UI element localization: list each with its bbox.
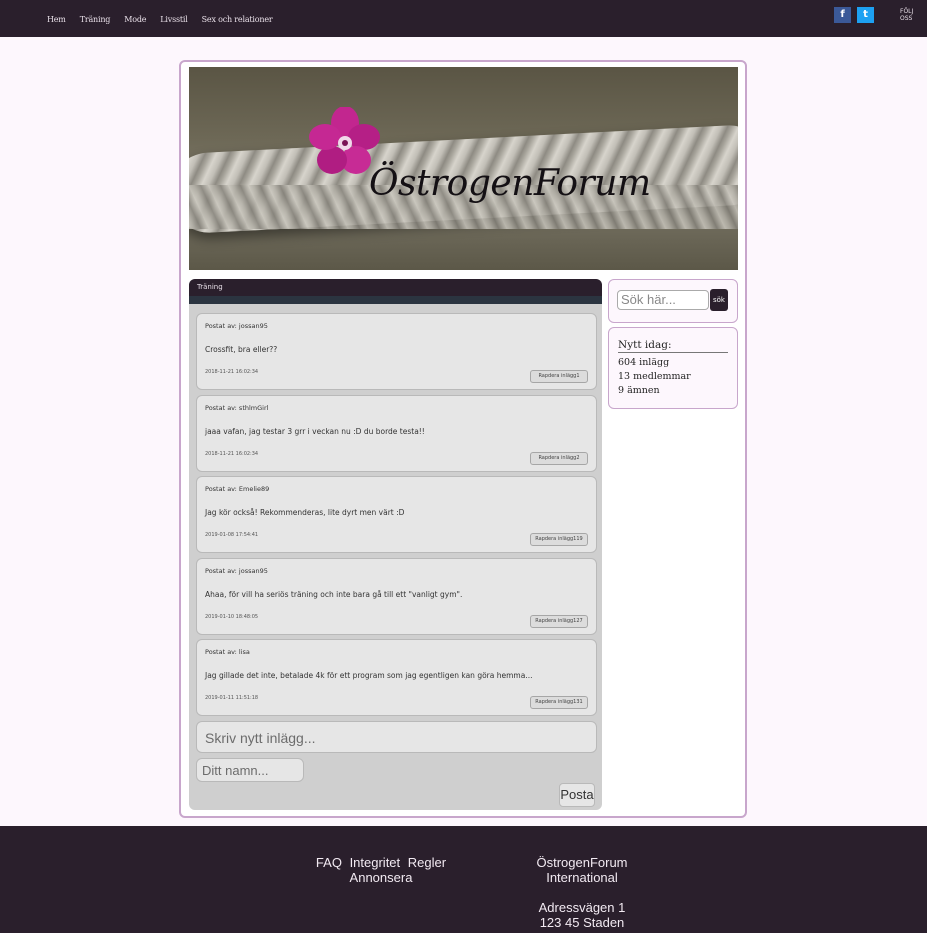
post-timestamp: 2019-01-11 11:51:18 bbox=[205, 695, 259, 701]
report-post-button[interactable]: Rapdera inlägg2 bbox=[530, 452, 588, 465]
stats-title: Nytt idag: bbox=[618, 339, 728, 353]
nav-item-traning[interactable]: Träning bbox=[80, 15, 111, 24]
submit-post-button[interactable]: Posta bbox=[559, 783, 595, 807]
search-input[interactable]: Sök här... bbox=[617, 290, 709, 310]
footer-org-name: ÖstrogenForum bbox=[536, 855, 628, 870]
main-container: ÖstrogenForum Träning Postat av: jossan9… bbox=[179, 60, 747, 818]
stat-posts: 604 inlägg bbox=[618, 357, 670, 368]
nav-item-mode[interactable]: Mode bbox=[124, 15, 146, 24]
post-text: Jag kör också! Rekommenderas, lite dyrt … bbox=[205, 508, 405, 517]
social-links: f t bbox=[834, 7, 874, 23]
post-text: Jag gillade det inte, betalade 4k för et… bbox=[205, 671, 533, 680]
footer-address-street: Adressvägen 1 bbox=[538, 900, 626, 915]
footer-link-regler[interactable]: Regler bbox=[408, 855, 446, 870]
post-timestamp: 2019-01-10 18:48:05 bbox=[205, 614, 259, 620]
report-post-button[interactable]: Rapdera inlägg131 bbox=[530, 696, 588, 709]
footer-link-annonsera[interactable]: Annonsera bbox=[350, 870, 413, 885]
new-post-input[interactable]: Skriv nytt inlägg... bbox=[196, 721, 597, 753]
report-post-button[interactable]: Rapdera inlägg127 bbox=[530, 615, 588, 628]
name-input[interactable]: Ditt namn... bbox=[196, 758, 304, 782]
nav-item-sex-och-relationer[interactable]: Sex och relationer bbox=[202, 15, 273, 24]
forum-post: Postat av: jossan95 Crossfit, bra eller?… bbox=[196, 313, 597, 390]
footer-link-integritet[interactable]: Integritet bbox=[350, 855, 401, 870]
header-banner: ÖstrogenForum bbox=[189, 67, 738, 270]
footer-link-faq[interactable]: FAQ bbox=[316, 855, 342, 870]
site-footer: FAQ Integritet Regler Annonsera Östrogen… bbox=[0, 826, 927, 933]
facebook-icon[interactable]: f bbox=[834, 7, 851, 23]
report-post-button[interactable]: Rapdera inlägg119 bbox=[530, 533, 588, 546]
forum-post: Postat av: sthlmGirl jaaa vafan, jag tes… bbox=[196, 395, 597, 472]
post-author: Postat av: Emelie89 bbox=[205, 485, 270, 493]
post-author: Postat av: sthlmGirl bbox=[205, 404, 269, 412]
daily-stats-box: Nytt idag: 604 inlägg 13 medlemmar 9 ämn… bbox=[608, 327, 738, 409]
search-button[interactable]: sök bbox=[710, 289, 728, 311]
follow-label: FÖLJ OSS bbox=[900, 8, 914, 22]
footer-org-subtitle: International bbox=[546, 870, 618, 885]
post-timestamp: 2018-11-21 16:02:34 bbox=[205, 369, 259, 375]
stat-members: 13 medlemmar bbox=[618, 371, 691, 382]
footer-address: ÖstrogenForum International Adressvägen … bbox=[520, 855, 644, 930]
post-text: Ahaa, för vill ha seriös träning och int… bbox=[205, 590, 463, 599]
site-logo-title[interactable]: ÖstrogenForum bbox=[369, 163, 651, 204]
thread-header-divider bbox=[189, 296, 602, 304]
post-text: Crossfit, bra eller?? bbox=[205, 345, 278, 354]
forum-thread-panel: Träning Postat av: jossan95 Crossfit, br… bbox=[189, 279, 602, 810]
post-author: Postat av: lisa bbox=[205, 648, 250, 656]
post-author: Postat av: jossan95 bbox=[205, 322, 268, 330]
forum-post: Postat av: lisa Jag gillade det inte, be… bbox=[196, 639, 597, 716]
nav-item-livsstil[interactable]: Livsstil bbox=[160, 15, 188, 24]
nav-item-hem[interactable]: Hem bbox=[47, 15, 66, 24]
forum-post: Postat av: Emelie89 Jag kör också! Rekom… bbox=[196, 476, 597, 553]
footer-links: FAQ Integritet Regler Annonsera bbox=[300, 855, 462, 885]
post-timestamp: 2019-01-08 17:54:41 bbox=[205, 532, 259, 538]
stat-topics: 9 ämnen bbox=[618, 385, 660, 396]
post-text: jaaa vafan, jag testar 3 grr i veckan nu… bbox=[205, 427, 425, 436]
search-box: Sök här... sök bbox=[608, 279, 738, 323]
main-nav: Hem Träning Mode Livsstil Sex och relati… bbox=[47, 15, 287, 24]
footer-spacer bbox=[520, 885, 644, 900]
report-post-button[interactable]: Rapdera inlägg1 bbox=[530, 370, 588, 383]
thread-category-title: Träning bbox=[189, 279, 602, 296]
post-author: Postat av: jossan95 bbox=[205, 567, 268, 575]
post-timestamp: 2018-11-21 16:02:34 bbox=[205, 451, 259, 457]
forum-post: Postat av: jossan95 Ahaa, för vill ha se… bbox=[196, 558, 597, 635]
footer-address-city: 123 45 Staden bbox=[539, 915, 625, 930]
twitter-icon[interactable]: t bbox=[857, 7, 874, 23]
top-nav-bar: Hem Träning Mode Livsstil Sex och relati… bbox=[0, 0, 927, 37]
